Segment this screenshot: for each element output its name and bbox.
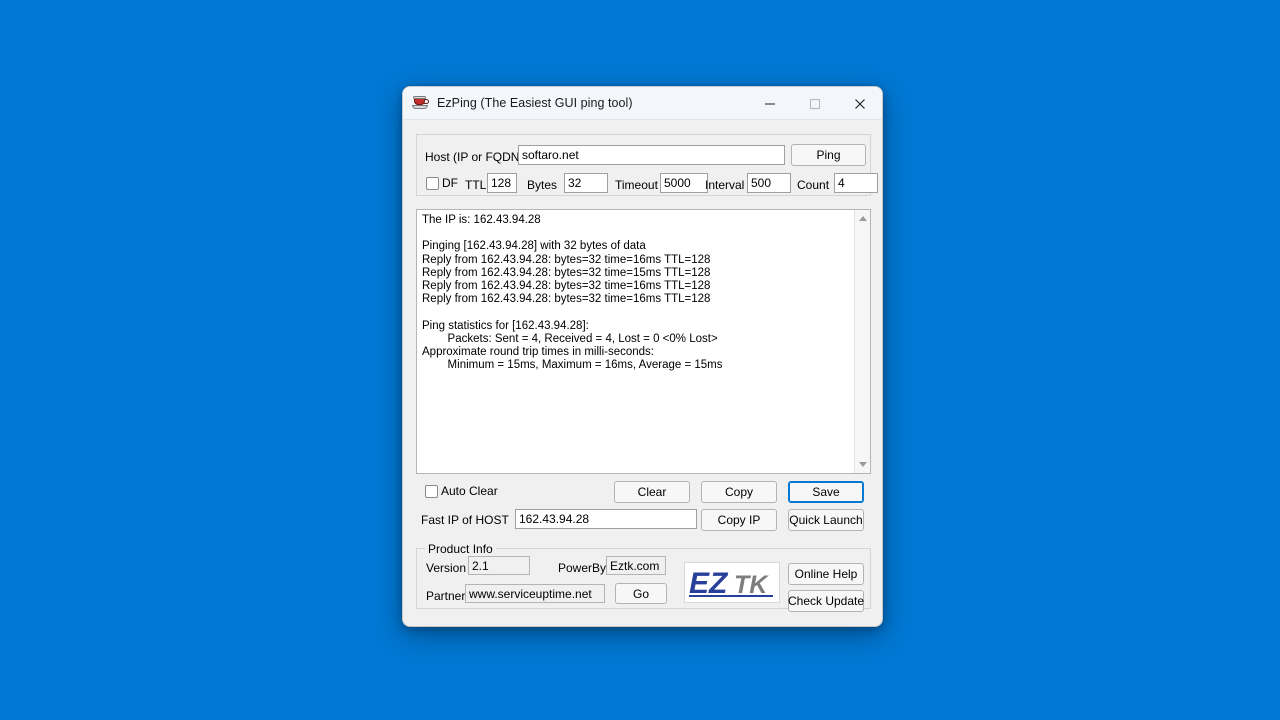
eztk-logo-secondary: TK bbox=[734, 571, 769, 599]
auto-clear-checkbox-box[interactable] bbox=[425, 484, 438, 498]
powerby-value: Eztk.com bbox=[606, 556, 666, 575]
check-update-button[interactable]: Check Update bbox=[788, 590, 864, 612]
copy-button[interactable]: Copy bbox=[701, 481, 777, 503]
df-checkbox-box[interactable] bbox=[426, 176, 439, 190]
output-scrollbar[interactable] bbox=[854, 210, 870, 473]
minimize-icon[interactable] bbox=[747, 87, 792, 120]
ping-output-panel[interactable]: The IP is: 162.43.94.28 Pinging [162.43.… bbox=[416, 209, 871, 474]
timeout-input[interactable]: 5000 bbox=[660, 173, 708, 193]
go-button[interactable]: Go bbox=[615, 583, 667, 604]
window-controls bbox=[747, 87, 882, 120]
online-help-button[interactable]: Online Help bbox=[788, 563, 864, 585]
host-label: Host (IP or FQDN) bbox=[425, 150, 524, 164]
clear-button[interactable]: Clear bbox=[614, 481, 690, 503]
timeout-label: Timeout bbox=[615, 178, 658, 192]
window-title: EzPing (The Easiest GUI ping tool) bbox=[437, 96, 633, 110]
auto-clear-checkbox[interactable]: Auto Clear bbox=[425, 484, 498, 498]
version-label: Version bbox=[426, 561, 467, 575]
auto-clear-label: Auto Clear bbox=[441, 484, 498, 498]
interval-input[interactable]: 500 bbox=[747, 173, 791, 193]
interval-label: Interval bbox=[705, 178, 745, 192]
count-input[interactable]: 4 bbox=[834, 173, 878, 193]
fast-ip-label: Fast IP of HOST bbox=[421, 513, 509, 527]
save-button[interactable]: Save bbox=[788, 481, 864, 503]
host-input[interactable]: softaro.net bbox=[518, 145, 785, 165]
bytes-input[interactable]: 32 bbox=[564, 173, 608, 193]
count-label: Count bbox=[797, 178, 830, 192]
ping-button[interactable]: Ping bbox=[791, 144, 866, 166]
bytes-label: Bytes bbox=[527, 178, 558, 192]
version-value: 2.1 bbox=[468, 556, 530, 575]
host-options-group: Host (IP or FQDN) softaro.net Ping DF TT… bbox=[416, 134, 878, 196]
close-icon[interactable] bbox=[837, 87, 882, 120]
quick-launch-button[interactable]: Quick Launch bbox=[788, 509, 864, 531]
powerby-label: PowerBy bbox=[558, 561, 607, 575]
ping-output-text: The IP is: 162.43.94.28 Pinging [162.43.… bbox=[422, 214, 723, 372]
partner-label: Partner bbox=[426, 589, 466, 603]
product-info-legend: Product Info bbox=[425, 542, 496, 556]
maximize-icon[interactable] bbox=[792, 87, 837, 120]
title-bar: EzPing (The Easiest GUI ping tool) bbox=[403, 87, 882, 120]
df-checkbox[interactable]: DF bbox=[426, 176, 458, 190]
triangle-down-icon[interactable] bbox=[855, 456, 870, 473]
fast-ip-input[interactable]: 162.43.94.28 bbox=[515, 509, 697, 529]
coffee-cup-icon bbox=[412, 94, 430, 112]
partner-value: www.serviceuptime.net bbox=[465, 584, 605, 603]
ttl-label: TTL bbox=[465, 178, 487, 192]
df-label: DF bbox=[442, 176, 458, 190]
ttl-input[interactable]: 128 bbox=[487, 173, 517, 193]
copy-ip-button[interactable]: Copy IP bbox=[701, 509, 777, 531]
ezping-window: EzPing (The Easiest GUI ping tool) Host … bbox=[402, 86, 883, 627]
triangle-up-icon[interactable] bbox=[855, 210, 870, 227]
eztk-logo: EZ TK bbox=[684, 562, 780, 603]
